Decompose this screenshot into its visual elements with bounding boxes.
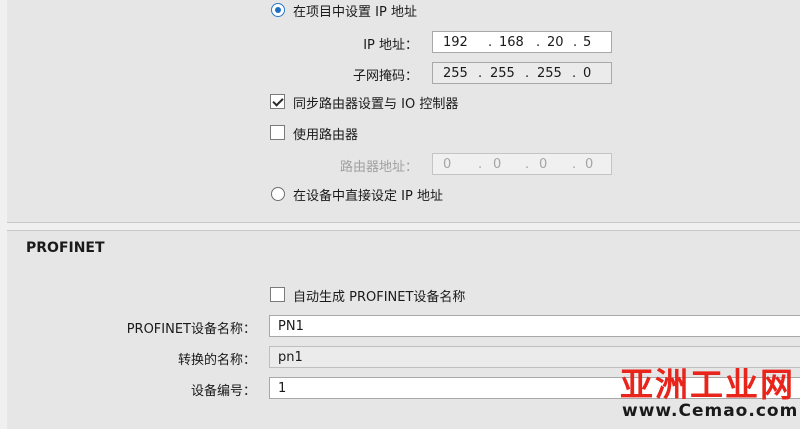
ip-address-label: IP 地址：: [363, 38, 418, 53]
set-ip-on-device-label: 在设备中直接设定 IP 地址: [293, 189, 443, 204]
router-address-input[interactable]: 0 . 0 . 0 . 0: [432, 153, 612, 175]
use-router-label: 使用路由器: [293, 128, 359, 143]
ip-octet-2: 168: [499, 35, 524, 50]
device-number-label: 设备编号：: [190, 384, 256, 399]
set-ip-in-project-label: 在项目中设置 IP 地址: [293, 5, 417, 20]
subnet-mask-input[interactable]: 255 . 255 . 255 . 0: [432, 62, 612, 84]
ip-octet-3: 20: [547, 35, 564, 50]
router-octet-4: 0: [585, 157, 594, 172]
ip-octet-4: 5: [583, 35, 592, 50]
router-octet-3: 0: [539, 157, 548, 172]
router-address-label: 路由器地址：: [339, 160, 418, 175]
set-ip-on-device-radio[interactable]: [271, 187, 285, 201]
sync-router-label: 同步路由器设置与 IO 控制器: [293, 97, 459, 112]
converted-name-label: 转换的名称：: [177, 353, 256, 368]
device-name-input[interactable]: PN1: [269, 315, 800, 337]
subnet-octet-2: 255: [490, 66, 515, 81]
sync-router-checkbox[interactable]: [270, 94, 285, 109]
auto-generate-name-label: 自动生成 PROFINET设备名称: [293, 290, 466, 305]
router-octet-2: 0: [493, 157, 502, 172]
watermark-url: www.Cemao.com: [622, 401, 799, 421]
profinet-section-title: PROFINET: [26, 240, 105, 256]
subnet-octet-4: 0: [583, 66, 592, 81]
auto-generate-name-checkbox[interactable]: [270, 287, 285, 302]
router-octet-1: 0: [443, 157, 452, 172]
use-router-checkbox[interactable]: [270, 125, 285, 140]
set-ip-in-project-radio[interactable]: [271, 3, 285, 17]
subnet-octet-1: 255: [443, 66, 468, 81]
ip-octet-1: 192: [443, 35, 468, 50]
watermark-brand: 亚洲工业网: [620, 365, 795, 404]
ip-address-input[interactable]: 192 . 168 . 20 . 5: [432, 31, 612, 53]
subnet-mask-label: 子网掩码：: [352, 69, 418, 84]
device-name-label: PROFINET设备名称：: [126, 322, 256, 337]
subnet-octet-3: 255: [537, 66, 562, 81]
